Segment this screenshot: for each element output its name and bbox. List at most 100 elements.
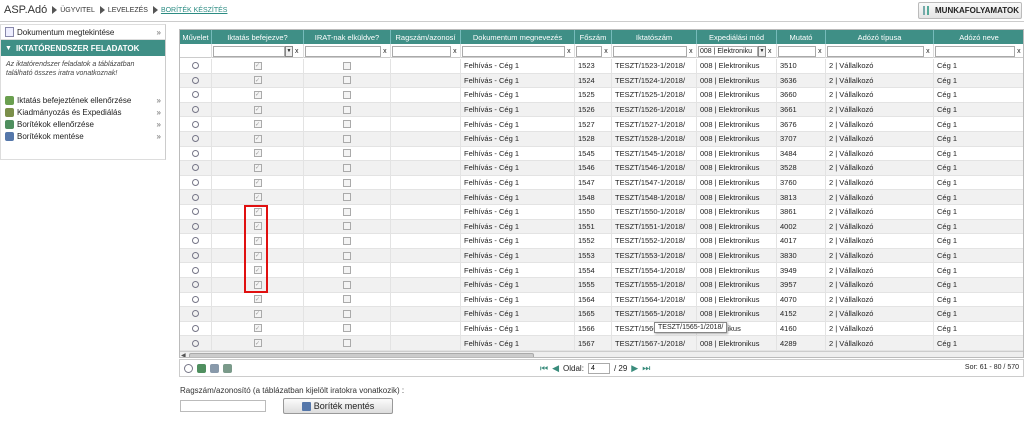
view-icon[interactable] (192, 339, 199, 347)
irat-checkbox[interactable] (343, 76, 351, 85)
view-icon[interactable] (192, 252, 199, 260)
iktatas-checkbox[interactable]: ✓ (253, 61, 262, 70)
irat-checkbox[interactable] (343, 105, 351, 114)
irat-checkbox[interactable] (343, 134, 351, 143)
view-icon[interactable] (192, 222, 199, 230)
sidebar-item-boritekok-ellenorzese[interactable]: Borítékok ellenőrzése » (1, 118, 165, 130)
column-header-mutato[interactable]: Mutató (777, 30, 826, 44)
breadcrumb-item-ugyvitel[interactable]: ÜGYVITEL (60, 7, 95, 14)
filter-input-adozo-tipusa[interactable] (827, 45, 925, 57)
irat-checkbox[interactable] (343, 324, 351, 333)
iktatas-checkbox[interactable]: ✓ (253, 178, 262, 187)
table-row[interactable]: ✓ Felhívás - Cég 1 1555 TESZT/1555-1/2018/0… (180, 277, 1023, 293)
page-input[interactable] (587, 363, 610, 374)
table-row[interactable]: ✓ Felhívás - Cég 1 1547 TESZT/1547-1/2018/0… (180, 175, 1023, 191)
table-row[interactable]: ✓ Felhívás - Cég 1 1550 TESZT/1550-1/2018/0… (180, 204, 1023, 220)
irat-checkbox[interactable] (343, 236, 351, 245)
refresh-icon[interactable] (197, 363, 206, 373)
filter-input-iktatoszam[interactable] (613, 45, 688, 57)
view-icon[interactable] (192, 62, 199, 70)
sidebar-item-boritekok-mentese[interactable]: Borítékok mentése » (1, 130, 165, 142)
irat-checkbox[interactable] (343, 309, 351, 318)
filter-input-ragszam[interactable] (392, 45, 452, 57)
irat-checkbox[interactable] (343, 251, 351, 260)
horizontal-scrollbar[interactable]: ◀ (180, 351, 1023, 357)
irat-checkbox[interactable] (343, 149, 351, 158)
column-header-iktatas-befejezve[interactable]: Iktatás befejezve? (212, 30, 304, 44)
column-header-irat-elkuldve[interactable]: IRAT-nak elküldve? (304, 30, 391, 44)
clear-filter-icon[interactable]: x (768, 48, 774, 55)
sidebar-item-iktatas-ellenorzese[interactable]: Iktatás befejeztének ellenőrzése » (1, 94, 165, 106)
last-page-icon[interactable]: ⏭ (642, 363, 650, 374)
view-icon[interactable] (192, 76, 199, 84)
column-header-foszam[interactable]: Főszám (575, 30, 612, 44)
workflow-button[interactable]: MUNKAFOLYAMATOK (918, 2, 1022, 19)
view-icon[interactable] (192, 120, 199, 128)
filter-input-irat-elkuldve[interactable] (305, 45, 382, 57)
column-header-adozo-tipusa[interactable]: Adózó típusa (826, 30, 934, 44)
iktatas-checkbox[interactable]: ✓ (253, 76, 262, 85)
iktatas-checkbox[interactable]: ✓ (253, 90, 262, 99)
table-row[interactable]: ✓ Felhívás - Cég 1 1548 TESZT/1548-1/2018/0… (180, 190, 1023, 205)
view-icon[interactable] (192, 237, 199, 245)
clear-filter-icon[interactable]: x (926, 48, 932, 55)
scrollbar-thumb[interactable] (189, 353, 534, 357)
table-row[interactable]: ✓ Felhívás - Cég 1 1564 TESZT/1564-1/2018/0… (180, 292, 1023, 308)
column-header-adozo-neve[interactable]: Adózó neve (934, 30, 1023, 44)
irat-checkbox[interactable] (343, 266, 351, 275)
save-envelope-button[interactable]: Boríték mentés (283, 398, 393, 414)
filter-input-expedialasi-mod[interactable]: 008 | Elektroniku (698, 45, 758, 57)
settings-icon[interactable] (223, 363, 232, 373)
iktatas-checkbox[interactable]: ✓ (253, 295, 262, 304)
table-row[interactable]: ✓ Felhívás - Cég 1 1523 TESZT/1523-1/2018/0… (180, 59, 1023, 74)
filter-dropdown-icon[interactable]: ▼ (758, 45, 766, 57)
table-row[interactable]: ✓ Felhívás - Cég 1 1545 TESZT/1545-1/2018/0… (180, 146, 1023, 162)
column-header-muvelet[interactable]: Művelet (180, 30, 212, 44)
app-title[interactable]: ASP.Adó (4, 4, 47, 16)
irat-checkbox[interactable] (343, 61, 351, 70)
view-icon[interactable] (192, 135, 199, 143)
table-row[interactable]: ✓ Felhívás - Cég 1 1565 TESZT/1565-1/2018/0… (180, 307, 1023, 322)
irat-checkbox[interactable] (343, 280, 351, 289)
table-row[interactable]: ✓ Felhívás - Cég 1 1525 TESZT/1525-1/2018/0… (180, 88, 1023, 103)
irat-checkbox[interactable] (343, 207, 351, 216)
irat-checkbox[interactable] (343, 90, 351, 99)
table-row[interactable]: ✓ Felhívás - Cég 1 1551 TESZT/1551-1/2018/0… (180, 219, 1023, 235)
irat-checkbox[interactable] (343, 178, 351, 187)
view-icon[interactable] (192, 164, 199, 172)
sidebar-section-header[interactable]: ▼ IKTATÓRENDSZER FELADATOK (1, 40, 165, 56)
irat-checkbox[interactable] (343, 295, 351, 304)
filter-dropdown-icon[interactable]: ▼ (285, 45, 293, 57)
iktatas-checkbox[interactable]: ✓ (253, 309, 262, 318)
ragszam-input[interactable] (180, 400, 266, 412)
clear-filter-icon[interactable]: x (689, 48, 695, 55)
filter-input-mutato[interactable] (778, 45, 817, 57)
table-row[interactable]: ✓Felhívás - Cég 11566TESZT/1566Elektroni… (180, 321, 1023, 337)
irat-checkbox[interactable] (343, 163, 351, 172)
search-icon[interactable] (184, 363, 193, 373)
table-row[interactable]: ✓ Felhívás - Cég 1 1527 TESZT/1527-1/2018/0… (180, 117, 1023, 132)
clear-filter-icon[interactable]: x (1017, 48, 1023, 55)
clear-filter-icon[interactable]: x (604, 48, 610, 55)
view-icon[interactable] (192, 179, 199, 187)
irat-checkbox[interactable] (343, 339, 351, 348)
next-page-icon[interactable]: ▶ (631, 363, 638, 374)
table-row[interactable]: ✓ Felhívás - Cég 1 1546 TESZT/1546-1/2018/0… (180, 161, 1023, 176)
iktatas-checkbox[interactable]: ✓ (253, 105, 262, 114)
view-icon[interactable] (192, 310, 199, 318)
sidebar-item-kiadmanyozas[interactable]: Kiadmányozás és Expediálás » (1, 106, 165, 118)
filter-input-iktatas-befejezve[interactable] (213, 45, 285, 57)
filter-input-dokumentum-megnevezes[interactable] (462, 45, 566, 57)
iktatas-checkbox[interactable]: ✓ (253, 324, 262, 333)
clear-filter-icon[interactable]: x (295, 48, 301, 55)
irat-checkbox[interactable] (343, 120, 351, 129)
iktatas-checkbox[interactable]: ✓ (253, 149, 262, 158)
clear-filter-icon[interactable]: x (818, 48, 824, 55)
breadcrumb-item-boritek-keszites[interactable]: BORÍTÉK KÉSZÍTÉS (161, 7, 228, 14)
iktatas-checkbox[interactable]: ✓ (253, 193, 262, 202)
clear-filter-icon[interactable]: x (383, 48, 389, 55)
table-row[interactable]: ✓ Felhívás - Cég 1 1552 TESZT/1552-1/2018/0… (180, 234, 1023, 249)
irat-checkbox[interactable] (343, 222, 351, 231)
sidebar-item-dokumentum-megtekintese[interactable]: Dokumentum megtekintése » (1, 25, 165, 40)
clear-filter-icon[interactable]: x (567, 48, 573, 55)
